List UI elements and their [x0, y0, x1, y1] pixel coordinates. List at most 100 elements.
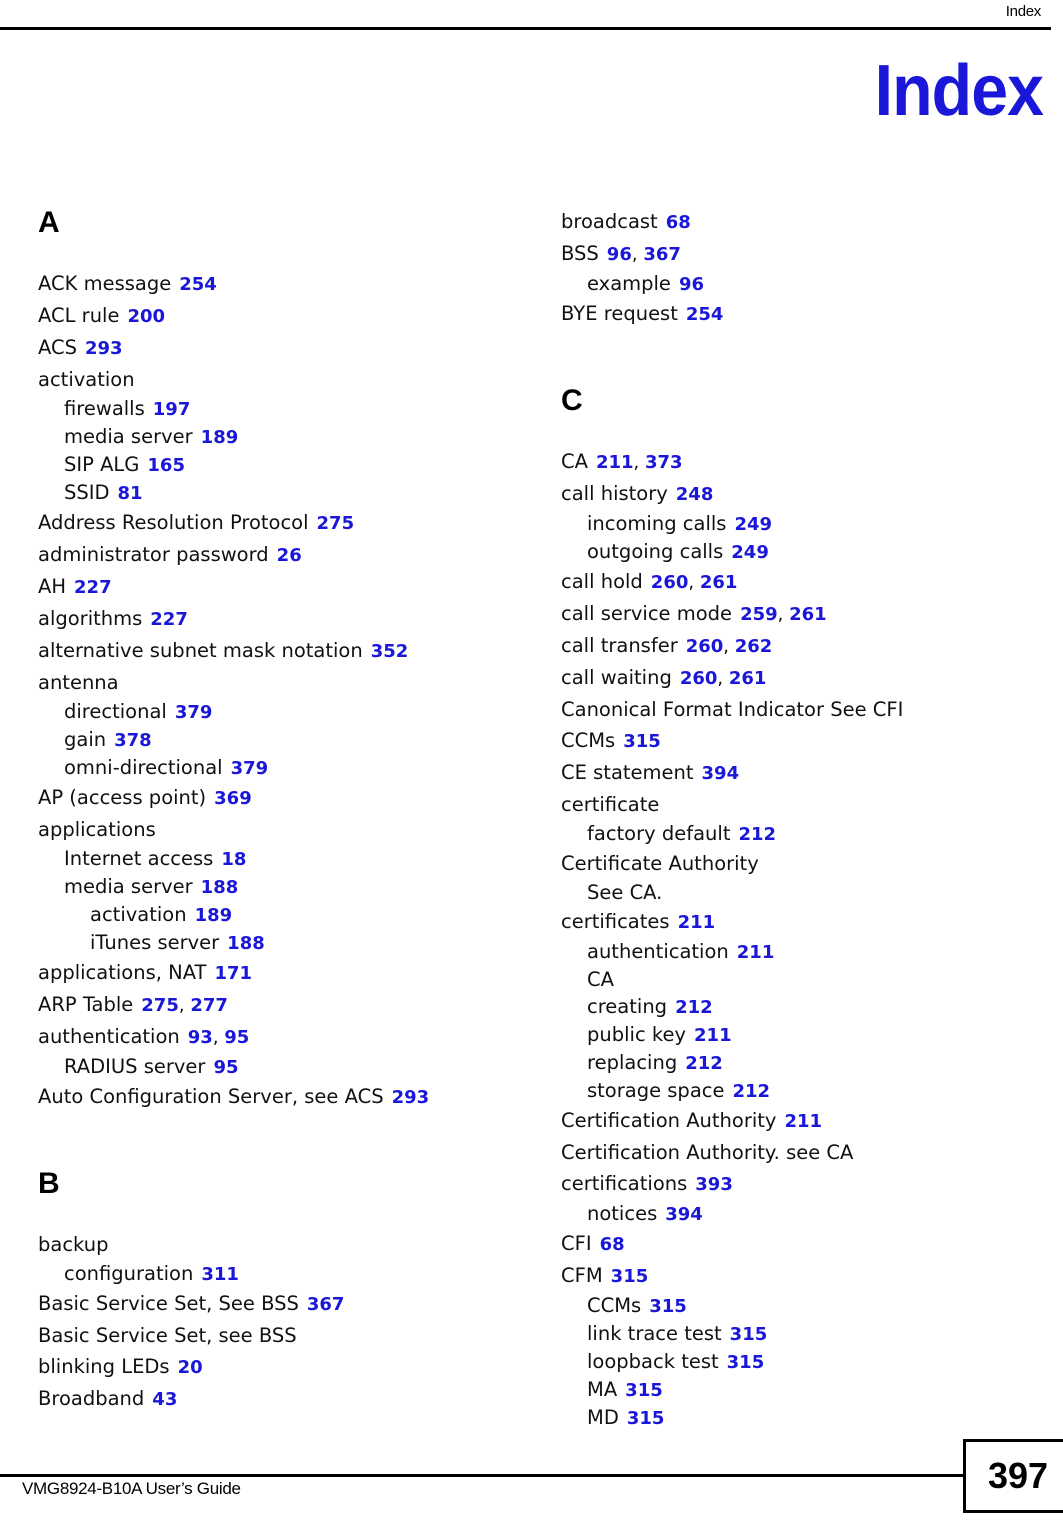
page-number-box: 397	[963, 1439, 1063, 1513]
index-page-link[interactable]: 189	[195, 905, 233, 926]
index-entry-pages: 378	[114, 728, 152, 751]
index-entry: certificate	[561, 789, 1031, 820]
index-entry: RADIUS server 95	[38, 1053, 508, 1081]
index-page-link[interactable]: 254	[686, 304, 724, 325]
index-entry-pages: 81	[118, 481, 143, 504]
index-page-link[interactable]: 189	[201, 427, 239, 448]
index-page-link[interactable]: 394	[665, 1204, 703, 1225]
index-page-link[interactable]: 352	[371, 641, 409, 662]
index-page-link[interactable]: 262	[735, 636, 773, 657]
index-entry-pages: 249	[731, 540, 769, 563]
index-page-link[interactable]: 261	[789, 604, 827, 625]
index-page-link[interactable]: 378	[114, 730, 152, 751]
index-page-link[interactable]: 18	[221, 849, 246, 870]
index-entry-term: AH	[38, 575, 67, 598]
index-entry: factory default 212	[561, 820, 1031, 848]
index-entry-pages: 254	[179, 272, 217, 295]
index-page-link[interactable]: 165	[147, 455, 185, 476]
index-page-link[interactable]: 293	[392, 1087, 430, 1108]
index-entry-term: call transfer	[561, 634, 678, 657]
index-page-link[interactable]: 68	[600, 1234, 625, 1255]
index-entry-pages: 379	[231, 756, 269, 779]
index-page-link[interactable]: 259	[740, 604, 778, 625]
index-page-link[interactable]: 95	[224, 1027, 249, 1048]
index-page-link[interactable]: 367	[307, 1294, 345, 1315]
index-entry-term: administrator password	[38, 543, 269, 566]
index-page-link[interactable]: 211	[784, 1111, 822, 1132]
index-page-link[interactable]: 68	[666, 212, 691, 233]
index-page-link[interactable]: 369	[214, 788, 252, 809]
index-entry-pages: 95	[213, 1055, 238, 1078]
index-entry: Certification Authority 211	[561, 1105, 1031, 1137]
index-entry-term: Certificate Authority	[561, 852, 759, 875]
index-page-link[interactable]: 211	[678, 912, 716, 933]
index-page-link[interactable]: 373	[645, 452, 683, 473]
index-page-link[interactable]: 254	[179, 274, 217, 295]
index-page-link[interactable]: 212	[738, 824, 776, 845]
index-entry-pages: 369	[214, 786, 252, 809]
index-page-link[interactable]: 315	[649, 1296, 687, 1317]
index-page-link[interactable]: 81	[118, 483, 143, 504]
index-group-letter: B	[38, 1167, 60, 1200]
index-entry-term: directional	[64, 700, 167, 723]
index-page-link[interactable]: 311	[201, 1264, 239, 1285]
index-page-link[interactable]: 26	[277, 545, 302, 566]
index-page-link[interactable]: 96	[679, 274, 704, 295]
index-page-link[interactable]: 211	[694, 1025, 732, 1046]
index-page-link[interactable]: 367	[643, 244, 681, 265]
index-page-link[interactable]: 249	[734, 514, 772, 535]
index-entry-pages: 260, 262	[686, 634, 773, 657]
index-page-link[interactable]: 20	[178, 1357, 203, 1378]
index-entry-term: CA	[587, 968, 614, 991]
index-page-link[interactable]: 227	[74, 577, 112, 598]
index-page-link[interactable]: 315	[627, 1408, 665, 1429]
index-page-link[interactable]: 212	[685, 1053, 723, 1074]
index-page-link[interactable]: 188	[201, 877, 239, 898]
index-page-link[interactable]: 197	[153, 399, 191, 420]
index-entry-term: BSS	[561, 242, 599, 265]
index-page-link[interactable]: 260	[651, 572, 689, 593]
index-page-link[interactable]: 379	[175, 702, 213, 723]
index-page-link[interactable]: 315	[625, 1380, 663, 1401]
index-entry-term: ACK message	[38, 272, 172, 295]
index-page-link[interactable]: 394	[702, 763, 740, 784]
index-entry: Certification Authority. see CA	[561, 1137, 1031, 1168]
index-page-link[interactable]: 393	[695, 1174, 733, 1195]
index-page-link[interactable]: 227	[150, 609, 188, 630]
index-page-link[interactable]: 96	[607, 244, 632, 265]
index-page-link[interactable]: 211	[596, 452, 634, 473]
index-page-link[interactable]: 95	[213, 1057, 238, 1078]
index-page-link[interactable]: 212	[675, 997, 713, 1018]
index-page-separator: ,	[723, 636, 735, 657]
index-page-link[interactable]: 275	[317, 513, 355, 534]
index-page-separator: ,	[688, 572, 700, 593]
index-page-link[interactable]: 275	[141, 995, 179, 1016]
index-page-link[interactable]: 200	[127, 306, 165, 327]
index-page-link[interactable]: 171	[214, 963, 252, 984]
index-page-link[interactable]: 43	[152, 1389, 177, 1410]
index-entry-pages: 211	[678, 910, 716, 933]
index-page-link[interactable]: 261	[729, 668, 767, 689]
index-page-link[interactable]: 211	[737, 942, 775, 963]
index-page-link[interactable]: 315	[727, 1352, 765, 1373]
index-entry-pages: 200	[127, 304, 165, 327]
index-page-link[interactable]: 260	[680, 668, 718, 689]
index-entry-term: certificates	[561, 910, 670, 933]
index-page-link[interactable]: 315	[611, 1266, 649, 1287]
index-page-link[interactable]: 248	[676, 484, 714, 505]
index-page-link[interactable]: 188	[227, 933, 265, 954]
index-page-link[interactable]: 260	[686, 636, 724, 657]
index-entry-term: RADIUS server	[64, 1055, 206, 1078]
index-entry-pages: 43	[152, 1387, 177, 1410]
index-page-link[interactable]: 293	[85, 338, 123, 359]
index-page-link[interactable]: 93	[188, 1027, 213, 1048]
index-page-link[interactable]: 315	[730, 1324, 768, 1345]
index-page-link[interactable]: 379	[231, 758, 269, 779]
index-entry-pages: 367	[307, 1292, 345, 1315]
index-page-link[interactable]: 249	[731, 542, 769, 563]
index-page-link[interactable]: 212	[732, 1081, 770, 1102]
index-page-link[interactable]: 277	[190, 995, 228, 1016]
index-entry-pages: 293	[392, 1085, 430, 1108]
index-page-link[interactable]: 261	[700, 572, 738, 593]
index-page-link[interactable]: 315	[623, 731, 661, 752]
